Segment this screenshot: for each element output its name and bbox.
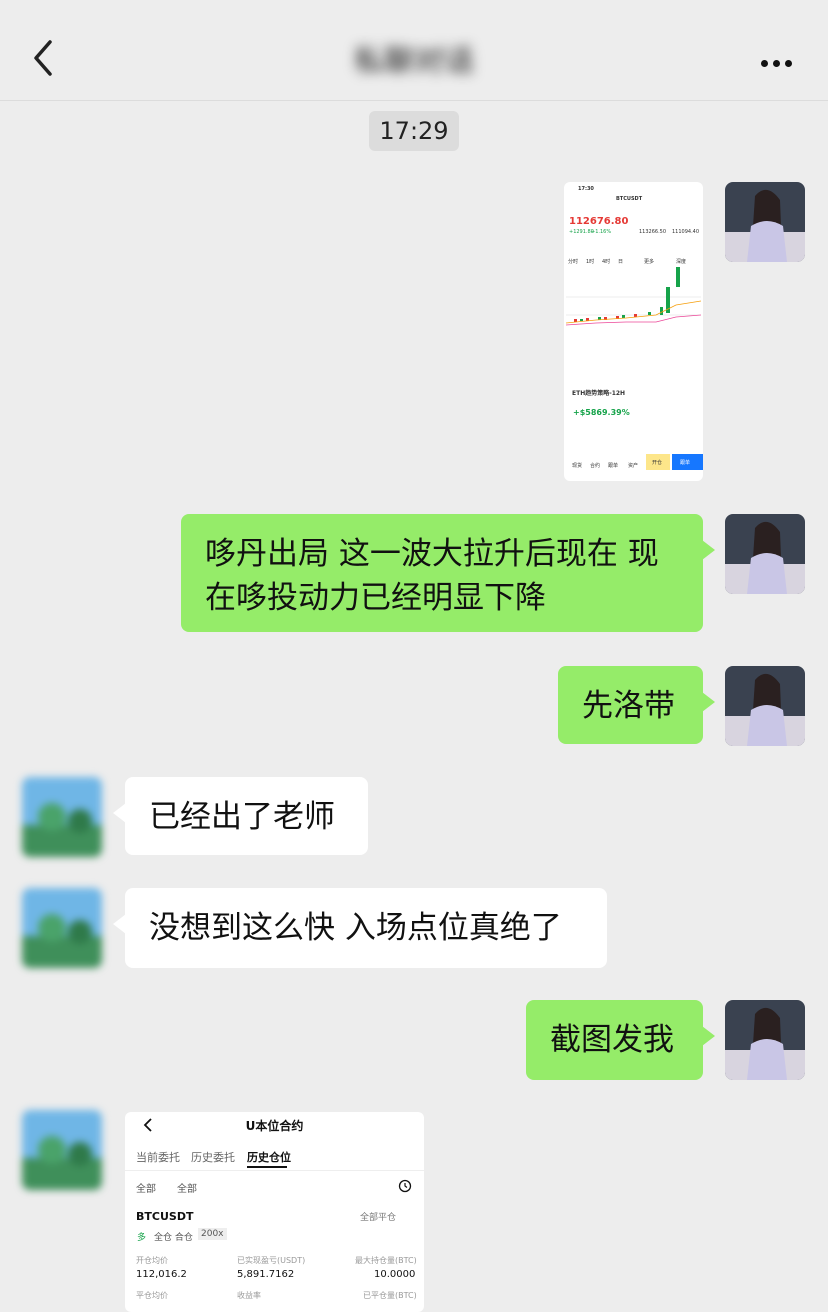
message-bubble[interactable]: 哆丹出局 这一波大拉升后现在 现在哆投动力已经明显下降	[181, 514, 715, 632]
chat-header: 私聊对话	[0, 0, 828, 101]
follow-button: 跟单	[672, 454, 703, 470]
chart-screenshot-message[interactable]: 17:30 BTCUSDT 112676.80 +1291.80 +1.16% …	[564, 182, 703, 481]
clock-icon	[398, 1179, 412, 1193]
message-bubble[interactable]: 先洛带	[558, 666, 715, 744]
my-avatar[interactable]	[725, 514, 805, 594]
more-options-icon[interactable]	[756, 52, 792, 71]
contract-title: U本位合约	[245, 1119, 304, 1133]
symbol: BTCUSDT	[136, 1210, 194, 1223]
message-bubble[interactable]: 没想到这么快 入场点位真绝了	[113, 888, 607, 968]
message-bubble[interactable]: 截图发我	[526, 1000, 715, 1080]
message-bubble[interactable]: 已经出了老师	[113, 777, 368, 855]
btc-price: 112676.80	[569, 216, 629, 227]
open-position-button: 开仓	[646, 454, 670, 470]
contract-screenshot-message[interactable]: U本位合约 当前委托 历史委托 历史仓位 全部 全部 BTCUSDT 全部平仓 …	[125, 1112, 424, 1312]
my-avatar[interactable]	[725, 182, 805, 262]
timestamp: 17:29	[369, 111, 459, 151]
contact-avatar[interactable]	[22, 888, 102, 968]
my-avatar[interactable]	[725, 1000, 805, 1080]
my-avatar[interactable]	[725, 666, 805, 746]
candlestick-chart	[566, 267, 701, 326]
contact-avatar[interactable]	[22, 777, 102, 857]
message-list[interactable]: 17:29 17:30 BTCUSDT 112676.80 +1291.80 +…	[0, 101, 828, 1312]
contact-avatar[interactable]	[22, 1110, 102, 1190]
chat-title: 私聊对话	[354, 44, 474, 79]
